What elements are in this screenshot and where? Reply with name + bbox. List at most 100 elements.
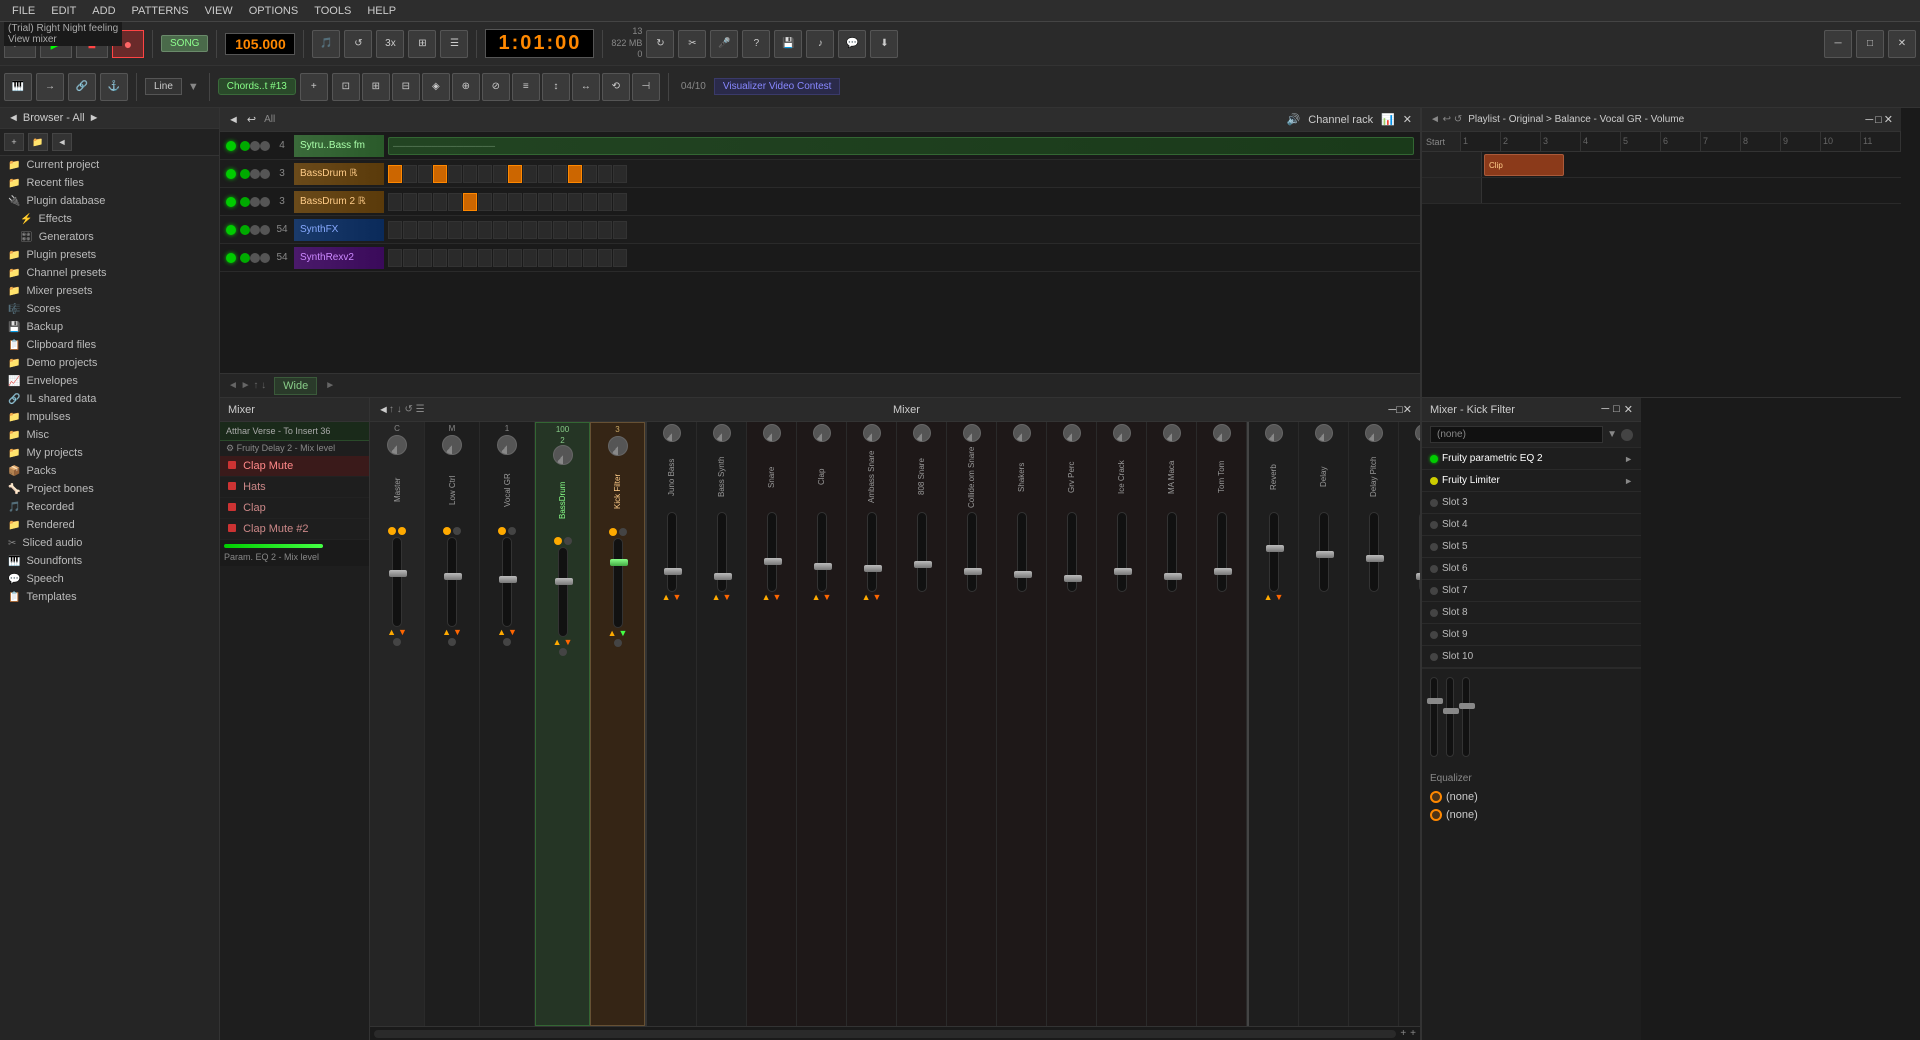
strip-down-arrow[interactable]: ▼ [823,592,832,602]
channel-mute-btn[interactable] [240,253,250,263]
strip-fader-handle[interactable] [389,570,407,577]
channel-solo-btn[interactable] [250,253,260,263]
beat-cell[interactable] [523,193,537,211]
chat-icon[interactable]: 💬 [838,30,866,58]
ch-rack-footer-arrow[interactable]: ► [325,380,335,391]
beat-cell[interactable] [508,249,522,267]
fx-slot-parametric-eq[interactable]: Fruity parametric EQ 2 ► [1422,448,1641,470]
beat-cell[interactable] [463,221,477,239]
beat-cell[interactable] [403,249,417,267]
song-mode-button[interactable]: SONG [161,35,208,52]
send-dot[interactable] [508,527,516,535]
strip-pan-knob[interactable] [1113,424,1131,442]
mixer-scrollbar[interactable] [374,1030,1396,1038]
beat-cell[interactable] [613,193,627,211]
strip-up-arrow[interactable]: ▲ [442,627,451,637]
fx-slot-led[interactable] [1430,565,1438,573]
browser-item-recorded[interactable]: 🎵 Recorded [0,498,219,516]
visualizer-button[interactable]: Visualizer Video Contest [714,78,841,95]
channel-mono-btn[interactable] [260,225,270,235]
menu-item-tools[interactable]: TOOLS [306,0,359,22]
tempo-display[interactable]: 105.000 [225,33,295,55]
mixer-fx-maximize[interactable]: □ [1613,403,1620,416]
browser-item-demo-projects[interactable]: 📁 Demo projects [0,354,219,372]
browser-item-my-projects[interactable]: 📁 My projects [0,444,219,462]
strip-up-arrow[interactable]: ▲ [553,637,562,647]
beat-cell[interactable] [463,165,477,183]
ch-rack-footer-nav[interactable]: ◄ ► ↑ ↓ [228,380,266,391]
browser-nav-add[interactable]: + [4,133,24,151]
beat-cell[interactable] [568,165,582,183]
strip-pan-knob[interactable] [1163,424,1181,442]
channel-mute-btn[interactable] [240,141,250,151]
strip-fader-handle[interactable] [814,563,832,570]
browser-item-effects[interactable]: ⚡ Effects [0,210,219,228]
chord-tool1[interactable]: ⊡ [332,73,360,101]
ch-rack-wave-icon[interactable]: 📊 [1381,113,1395,126]
channel-mono-btn[interactable] [260,197,270,207]
beat-cell[interactable] [433,249,447,267]
strip-up-arrow[interactable]: ▲ [497,627,506,637]
browser-item-channel-presets[interactable]: 📁 Channel presets [0,264,219,282]
pattern-item-clap-mute2[interactable]: Clap Mute #2 [220,519,369,540]
download-icon[interactable]: ⬇ [870,30,898,58]
browser-item-templates[interactable]: 📋 Templates [0,588,219,606]
beat-cell[interactable] [583,221,597,239]
beat-cell[interactable] [448,165,462,183]
strip-pan-knob[interactable] [663,424,681,442]
menu-item-file[interactable]: FILE [4,0,43,22]
strip-fader-handle[interactable] [664,568,682,575]
browser-nav-back[interactable]: ◄ [52,133,72,151]
channel-mute-btn[interactable] [240,225,250,235]
channel-solo-btn[interactable] [250,169,260,179]
strip-fader-handle[interactable] [1266,545,1284,552]
beat-cell[interactable] [508,193,522,211]
fx-slot-8[interactable]: Slot 8 [1422,602,1641,624]
fx-slot-led[interactable] [1430,455,1438,463]
eq-send-2[interactable]: (none) [1430,806,1633,824]
browser-item-plugin-database[interactable]: 🔌 Plugin database [0,192,219,210]
channel-mute-btn[interactable] [240,169,250,179]
help-icon[interactable]: ? [742,30,770,58]
beat-cell[interactable] [433,221,447,239]
fx-fader-handle[interactable] [1443,708,1459,714]
maximize-icon[interactable]: □ [1856,30,1884,58]
chord-tool9[interactable]: ↔ [572,73,600,101]
menu-item-patterns[interactable]: PATTERNS [124,0,197,22]
strip-up-arrow[interactable]: ▲ [862,592,871,602]
strip-pan-knob[interactable] [713,424,731,442]
browser-item-envelopes[interactable]: 📈 Envelopes [0,372,219,390]
browser-item-recent-files[interactable]: 📁 Recent files [0,174,219,192]
ch-rack-close-icon[interactable]: ✕ [1403,113,1412,126]
strip-fader-handle[interactable] [444,573,462,580]
beat-cell[interactable] [418,249,432,267]
channel-name-bassdrum2[interactable]: BassDrum 2 ℝ [294,191,384,213]
chord-tool8[interactable]: ↕ [542,73,570,101]
channel-mono-btn[interactable] [260,253,270,263]
playlist-close[interactable]: ✕ [1884,113,1893,126]
channel-name-bassdrum[interactable]: BassDrum ℝ [294,163,384,185]
fx-slot-7[interactable]: Slot 7 [1422,580,1641,602]
arrow-right-icon[interactable]: → [36,73,64,101]
mixer-maximize-icon[interactable]: □ [1396,404,1403,416]
beat-cell[interactable] [388,193,402,211]
beat-cell[interactable] [538,165,552,183]
chord-tool10[interactable]: ⟲ [602,73,630,101]
mixer-close-icon[interactable]: ✕ [1403,403,1412,416]
chord-tool5[interactable]: ⊕ [452,73,480,101]
strip-pan-knob[interactable] [763,424,781,442]
beat-cell[interactable] [553,249,567,267]
strip-pan-knob[interactable] [963,424,981,442]
strip-fader-handle[interactable] [1164,573,1182,580]
beat-cell[interactable] [553,193,567,211]
browser-item-plugin-presets[interactable]: 📁 Plugin presets [0,246,219,264]
beat-cell[interactable] [403,221,417,239]
channel-solo-btn[interactable] [250,197,260,207]
strip-pan-knob[interactable] [863,424,881,442]
chord-tool7[interactable]: ≡ [512,73,540,101]
pattern-item-hats[interactable]: Hats [220,477,369,498]
strip-down-arrow[interactable]: ▼ [723,592,732,602]
channel-rack-icon[interactable]: 🔊 [1287,113,1301,126]
strip-up-arrow[interactable]: ▲ [712,592,721,602]
menu-item-options[interactable]: OPTIONS [241,0,307,22]
